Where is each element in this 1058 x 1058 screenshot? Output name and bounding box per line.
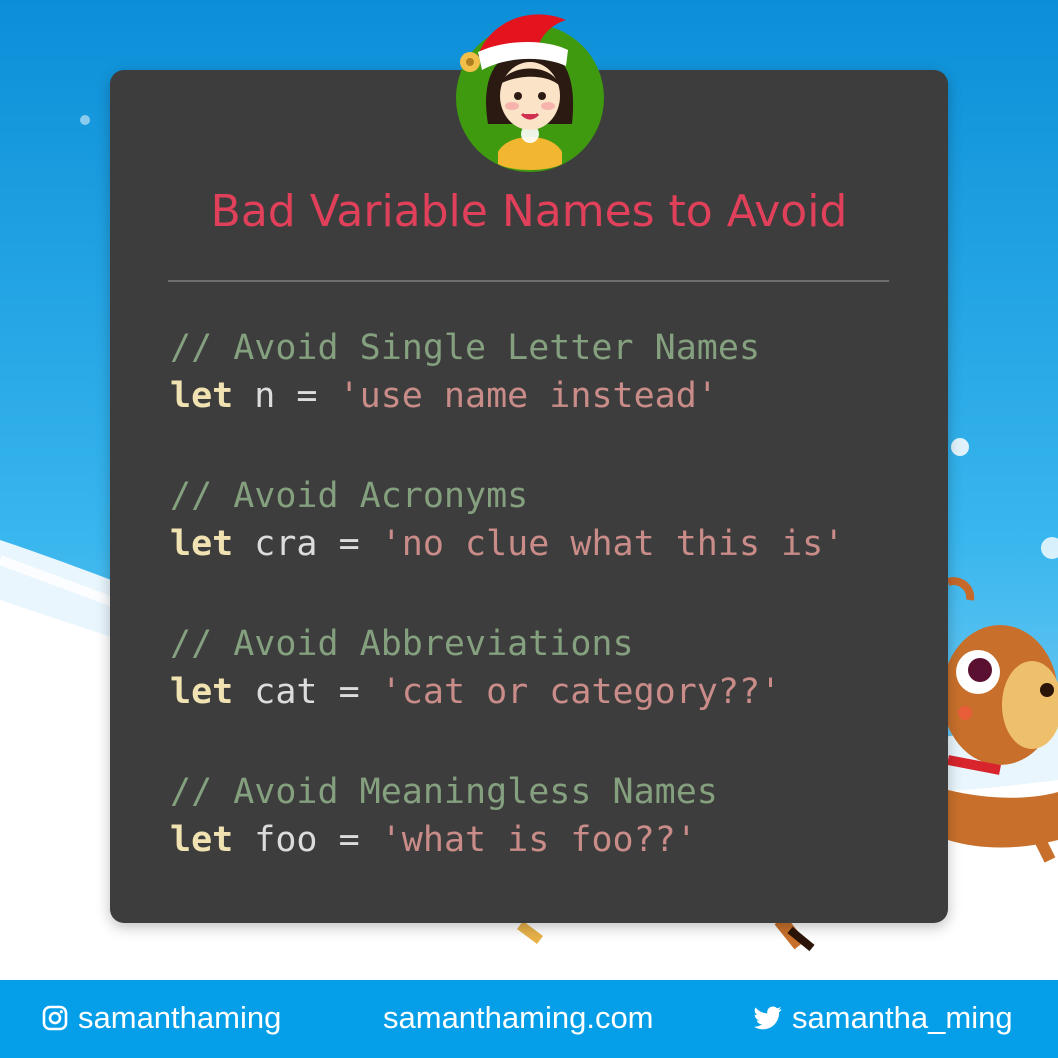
code-comment: // Avoid Abbreviations (170, 624, 634, 664)
code-string: 'cat or category??' (380, 672, 782, 712)
code-block-acronyms: // Avoid Acronyms let cra = 'no clue wha… (170, 472, 844, 568)
website-url: samanthaming.com (383, 1000, 654, 1035)
code-text: foo = (233, 820, 381, 860)
code-block-single-letter: // Avoid Single Letter Names let n = 'us… (170, 324, 844, 420)
code-line: let n = 'use name instead' (170, 372, 844, 420)
code-line: let cra = 'no clue what this is' (170, 520, 844, 568)
website-link[interactable]: samanthaming.com (383, 1000, 654, 1036)
code-keyword: let (170, 672, 234, 712)
code-line: let foo = 'what is foo??' (170, 816, 844, 864)
code-string: 'use name instead' (338, 376, 718, 416)
code-comment: // Avoid Single Letter Names (170, 328, 761, 368)
twitter-link[interactable]: samantha_ming (754, 1000, 1013, 1036)
instagram-handle: samanthaming (78, 1000, 282, 1035)
code-text: n = (233, 376, 339, 416)
twitter-icon (754, 1006, 782, 1030)
footer-bar: samanthaming samanthaming.com samantha_m… (0, 980, 1058, 1058)
code-line: let cat = 'cat or category??' (170, 668, 844, 716)
avatar-santa-hat (456, 14, 604, 172)
code-keyword: let (170, 524, 234, 564)
code-text: cra = (233, 524, 381, 564)
code-text: cat = (233, 672, 381, 712)
title-divider (168, 280, 889, 282)
instagram-link[interactable]: samanthaming (42, 1000, 281, 1036)
page-title: Bad Variable Names to Avoid (210, 186, 848, 237)
code-string: 'no clue what this is' (380, 524, 845, 564)
code-comment: // Avoid Meaningless Names (170, 772, 718, 812)
code-block-abbreviations: // Avoid Abbreviations let cat = 'cat or… (170, 620, 844, 716)
code-block-meaningless: // Avoid Meaningless Names let foo = 'wh… (170, 768, 844, 864)
code-comment: // Avoid Acronyms (170, 476, 529, 516)
code-snippet: // Avoid Single Letter Names let n = 'us… (170, 324, 844, 864)
code-keyword: let (170, 820, 234, 860)
twitter-handle: samantha_ming (792, 1000, 1013, 1035)
code-string: 'what is foo??' (380, 820, 697, 860)
instagram-icon (42, 1005, 68, 1031)
code-keyword: let (170, 376, 234, 416)
